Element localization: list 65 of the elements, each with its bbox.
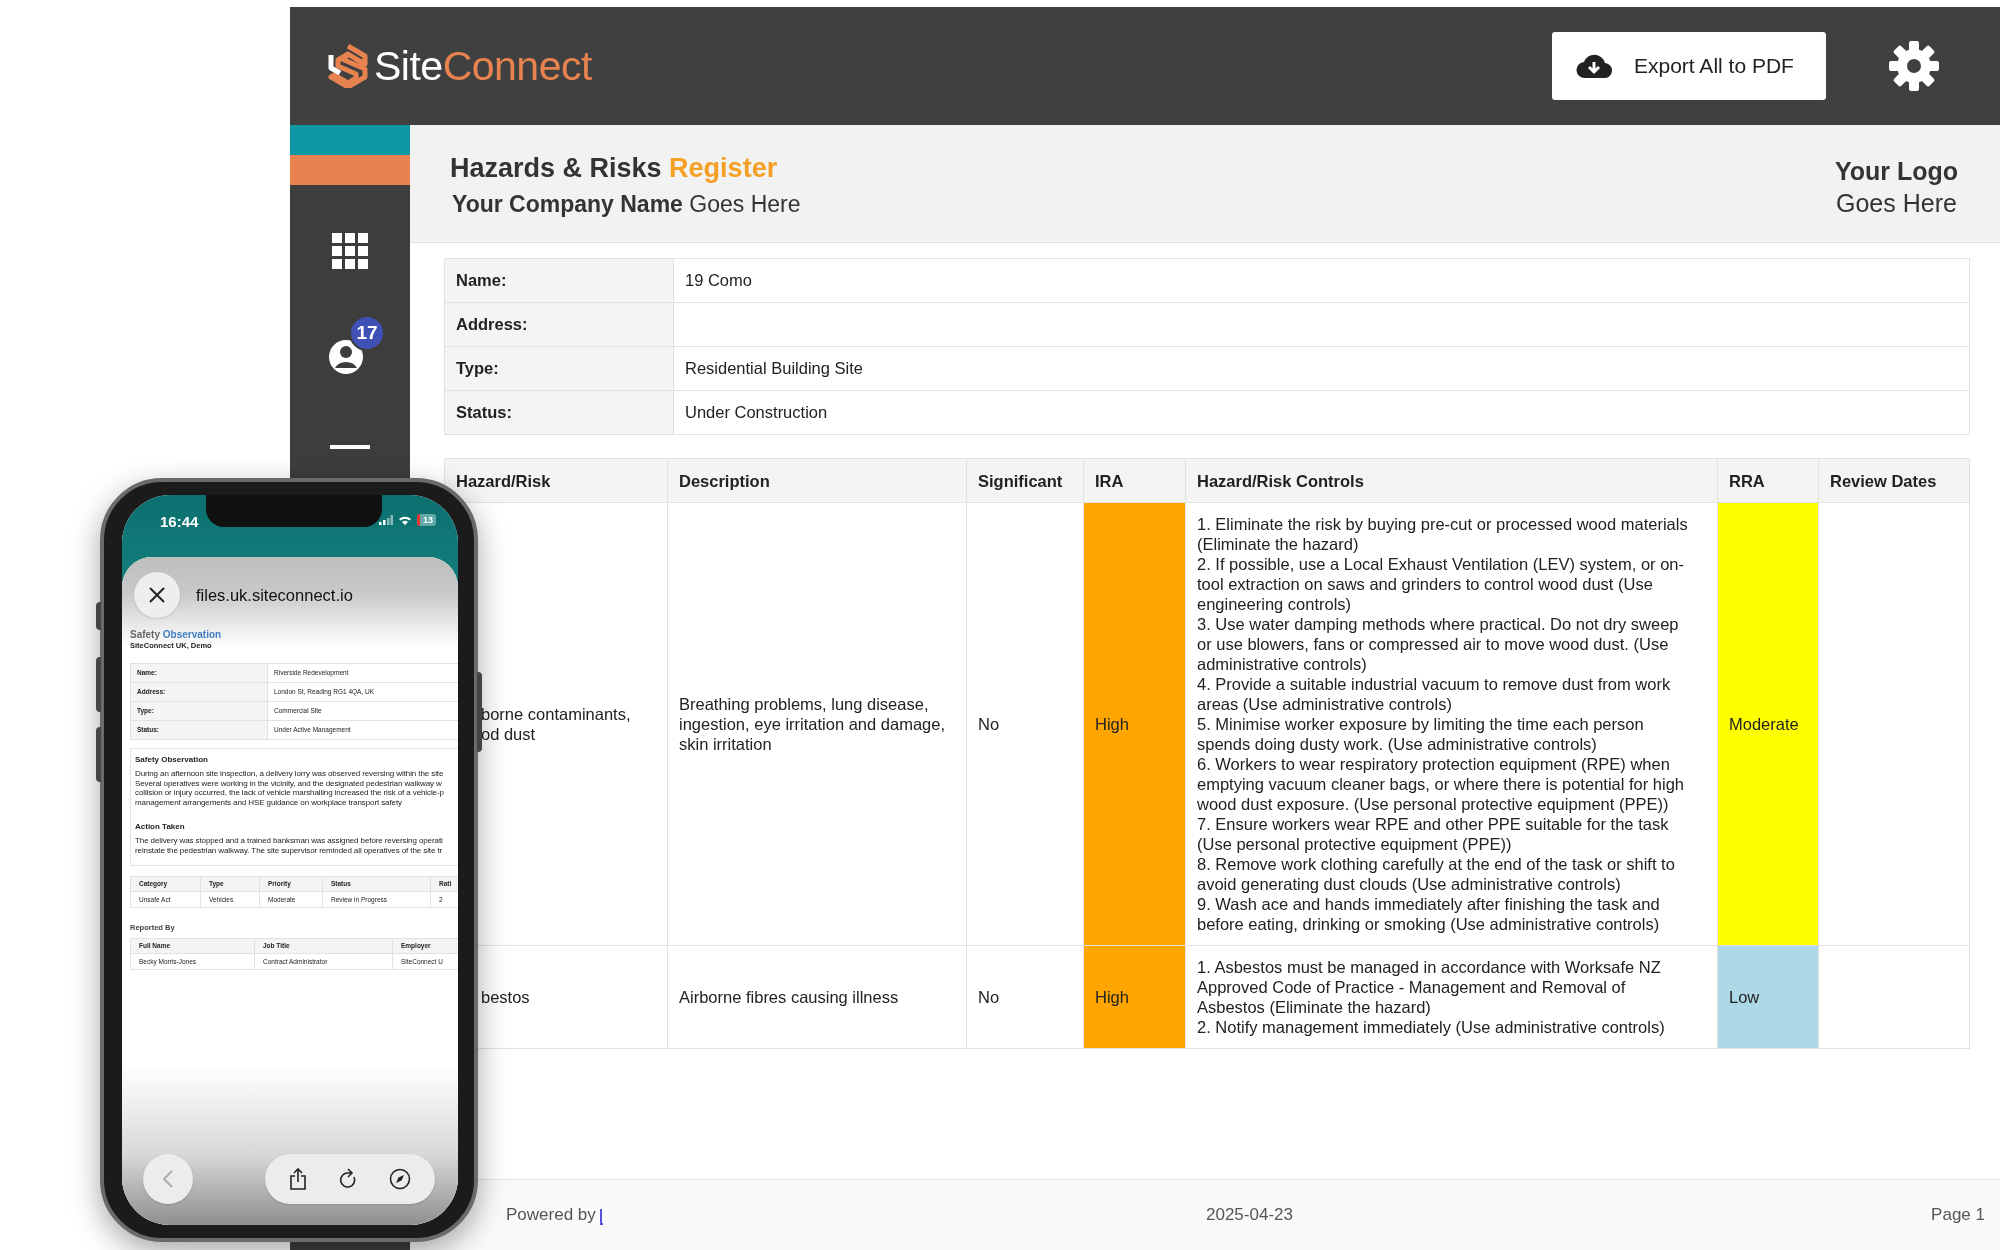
cloud-download-icon <box>1576 53 1612 79</box>
field-label: Type: <box>444 346 674 391</box>
control-measure: 9. Wash ace and hands immediately after finishing the task and before eating, drinking or smoking (Use administrative controls) <box>1197 894 1661 934</box>
control-measure: 3. Use water damping methods where practical. Do not dry sweep or use blowers, fans or compressed air to move wood dust. (Use administrative controls) <box>1197 614 1680 674</box>
field-value: 19 Como <box>673 258 1970 303</box>
section-heading: Safety Observation <box>135 754 209 765</box>
table-cell: Airborne fibres causing illness <box>667 945 967 1049</box>
control-measure: 1. Asbestos must be managed in accordance with Worksafe NZ Approved Code of Practice - Management and Removal of Asbestos (Eliminate the hazard) <box>1197 957 1662 1017</box>
export-pdf-button[interactable]: Export All to PDF <box>1552 32 1826 100</box>
control-measure: 8. Remove work clothing carefully at the end of the task or shift to avoid generating dust clouds (Use administrative controls) <box>1197 854 1676 894</box>
table-cell: Breathing problems, lung disease, ingestion, eye irritation and damage, skin irritation <box>667 502 967 946</box>
field-value: Under Construction <box>673 390 1970 435</box>
field-label: Address: <box>444 302 674 347</box>
column-header: Significant <box>966 458 1084 503</box>
report-title: Hazards & Risks Register <box>450 152 779 185</box>
control-measure: 5. Minimise worker exposure by limiting the time each person spends doing dusty work. (Use administrative controls) <box>1197 714 1645 754</box>
column-header: Hazard/Risk <box>444 458 668 503</box>
company-name: Your Company Name Goes Here <box>452 190 801 219</box>
control-measure: 7. Ensure workers wear RPE and other PPE suitable for the task (Use personal protective equipment (PPE)) <box>1197 814 1670 854</box>
control-measure: 6. Workers to wear respiratory protection equipment (RPE) when emptying vacuum cleaner bags, or where there is potential for high wood dust exposure. (Use personal protective equipment (PPE)) <box>1197 754 1686 814</box>
close-icon <box>148 586 166 604</box>
close-button[interactable] <box>134 572 180 618</box>
logo-placeholder-text: Your Logo <box>1834 156 1958 187</box>
column-header: Description <box>667 458 967 503</box>
field-value: Residential Building Site <box>673 346 1970 391</box>
control-measure: 2. Notify management immediately (Use administrative controls) <box>1197 1017 1666 1037</box>
section-heading: Action Taken <box>135 821 186 832</box>
risk-rating-cell: High <box>1083 502 1186 946</box>
control-measure: 1. Eliminate the risk by buying pre-cut or processed wood materials (Eliminate the hazard) <box>1197 514 1689 554</box>
link-logo-icon[interactable] <box>599 1209 603 1225</box>
apps-grid-icon[interactable] <box>332 233 368 269</box>
control-measure: 4. Provide a suitable industrial vacuum to remove dust from work areas (Use administrative controls) <box>1197 674 1672 714</box>
risk-rating-cell: Low <box>1717 945 1819 1049</box>
notification-badge: 17 <box>349 315 385 351</box>
field-label: Name: <box>444 258 674 303</box>
powered-by-text: Powered by <box>506 1204 596 1227</box>
signal-icon <box>379 515 393 525</box>
settings-icon[interactable] <box>1888 40 1940 92</box>
reload-icon[interactable] <box>338 1168 358 1190</box>
column-header: Hazard/Risk Controls <box>1185 458 1718 503</box>
control-measure: 2. If possible, use a Local Exhaust Ventilation (LEV) system, or on-tool extraction on saws and grinders to control wood dust (Use engineering controls) <box>1197 554 1685 614</box>
section-paragraph: The delivery was stopped and a trained banksman was assigned before reversing operati reinstate the pedestrian walkway. The site supervisor reminded all operatives of the site tr <box>135 836 444 855</box>
battery-indicator: 13 <box>417 514 436 526</box>
risk-rating-cell: High <box>1083 945 1186 1049</box>
page-number: Page 1 <box>1931 1204 1985 1227</box>
chevron-left-icon <box>161 1169 175 1189</box>
share-icon[interactable] <box>288 1168 307 1190</box>
user-icon[interactable] <box>328 339 364 375</box>
table-cell: No <box>966 945 1084 1049</box>
wifi-icon <box>398 515 412 525</box>
table-cell: No <box>966 502 1084 946</box>
status-time: 16:44 <box>160 512 199 532</box>
page-url: files.uk.siteconnect.io <box>196 584 353 606</box>
column-header: Review Dates <box>1818 458 1970 503</box>
logo-placeholder-text: Goes Here <box>1836 188 1957 219</box>
report-date: 2025-04-23 <box>1206 1204 1293 1227</box>
compass-icon[interactable] <box>389 1168 412 1190</box>
field-label: Status: <box>444 390 674 435</box>
brand-name: SiteConnect <box>374 45 592 87</box>
column-header: IRA <box>1083 458 1186 503</box>
logo-icon <box>328 44 368 88</box>
risk-rating-cell: Moderate <box>1717 502 1819 946</box>
document-title: Safety Observation <box>130 629 223 641</box>
column-header: RRA <box>1717 458 1819 503</box>
section-paragraph: During an afternoon site inspection, a delivery lorry was observed reversing within the site Several operatives were working in the vicinity, and the designated pedestrian walkway w collision or injury occurred, the lack of vehicle marshalling increased the risk of a vehicle-p management arrangements and HSE guidance on workplace transport safety <box>135 769 445 807</box>
